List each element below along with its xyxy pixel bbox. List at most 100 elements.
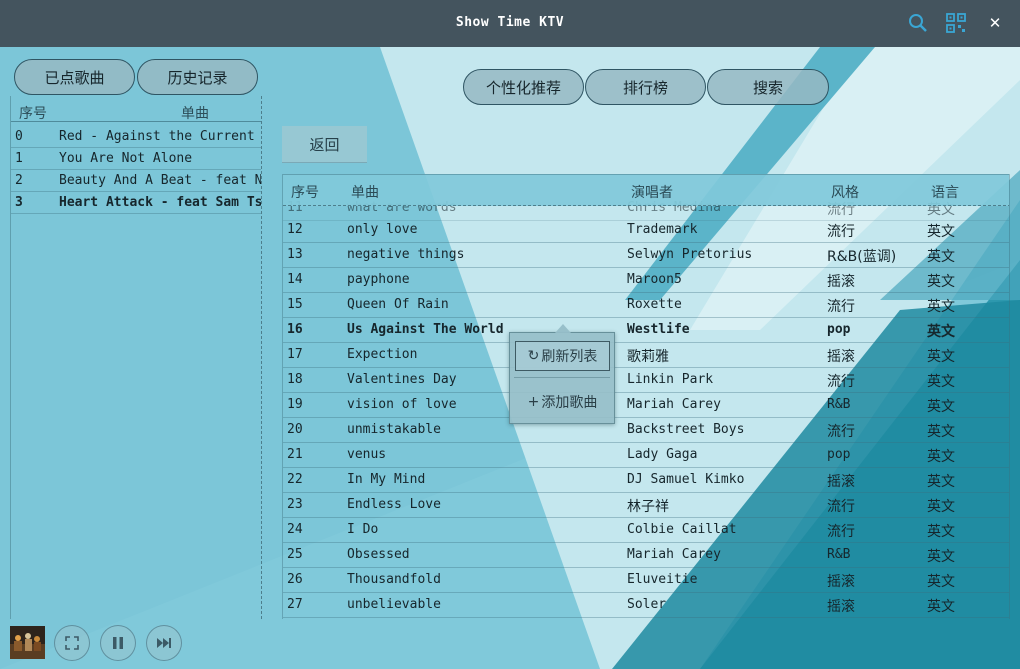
song-language: 英文 (927, 399, 955, 415)
song-singer: Eluveitie (627, 572, 698, 587)
table-row[interactable]: 17 Expection 歌莉雅 摇滚 英文 (283, 343, 1009, 368)
song-style: pop (827, 447, 851, 462)
return-button[interactable]: 返回 (282, 126, 367, 163)
song-index: 15 (287, 297, 303, 312)
tab-requested-songs[interactable]: 已点歌曲 (14, 59, 135, 95)
song-language: 英文 (927, 524, 955, 540)
song-singer: Roxette (627, 297, 682, 312)
next-icon[interactable] (146, 625, 182, 661)
song-index: 12 (287, 222, 303, 237)
song-style: R&B (827, 547, 851, 562)
queue-row[interactable]: 2 Beauty And A Beat - feat Ni (11, 170, 261, 192)
song-singer: DJ Samuel Kimko (627, 472, 745, 487)
song-index: 14 (287, 272, 303, 287)
song-index: 22 (287, 472, 303, 487)
song-title: I Do (347, 522, 379, 537)
table-row[interactable]: 22 In My Mind DJ Samuel Kimko 摇滚 英文 (283, 468, 1009, 493)
song-title: unbelievable (347, 597, 441, 612)
add-song-label: 添加歌曲 (541, 395, 598, 411)
song-language: 英文 (927, 599, 955, 615)
song-title: vision of love (347, 397, 457, 412)
song-singer: Mariah Carey (627, 397, 721, 412)
table-row[interactable]: 23 Endless Love 林子祥 流行 英文 (283, 493, 1009, 518)
song-title: negative things (347, 247, 465, 262)
refresh-list-item[interactable]: ↻ 刷新列表 (515, 341, 610, 371)
queue-row-current[interactable]: 3 Heart Attack - feat Sam Tsui (11, 192, 261, 214)
table-row[interactable]: 25 Obsessed Mariah Carey R&B 英文 (283, 543, 1009, 568)
queue-row-index: 1 (15, 151, 23, 166)
song-index: 18 (287, 372, 303, 387)
queue-row-song: Beauty And A Beat - feat Ni (59, 173, 261, 188)
queue-header-song: 单曲 (181, 106, 209, 122)
tab-recommend[interactable]: 个性化推荐 (463, 69, 584, 105)
song-style: 流行 (827, 299, 855, 315)
song-singer: Maroon5 (627, 272, 682, 287)
table-row[interactable]: 27 unbelievable Soler 摇滚 英文 (283, 593, 1009, 618)
queue-row-song: You Are Not Alone (59, 151, 193, 166)
table-row[interactable]: 24 I Do Colbie Caillat 流行 英文 (283, 518, 1009, 543)
song-title: only love (347, 222, 418, 237)
song-title: Queen Of Rain (347, 297, 449, 312)
header-song[interactable]: 单曲 (351, 182, 379, 202)
queue-row-song: Heart Attack - feat Sam Tsui (59, 195, 261, 210)
tab-history[interactable]: 历史记录 (137, 59, 258, 95)
song-style: 流行 (827, 499, 855, 515)
song-singer: Westlife (627, 322, 690, 337)
table-row[interactable]: 14 payphone Maroon5 摇滚 英文 (283, 268, 1009, 293)
song-style: 摇滚 (827, 274, 855, 290)
song-title: venus (347, 447, 387, 462)
header-index[interactable]: 序号 (291, 182, 319, 202)
table-row[interactable]: 20 unmistakable Backstreet Boys 流行 英文 (283, 418, 1009, 443)
header-style[interactable]: 风格 (831, 182, 859, 202)
add-song-item[interactable]: + 添加歌曲 (515, 387, 610, 417)
song-style: 流行 (827, 374, 855, 390)
song-language: 英文 (927, 324, 955, 340)
song-language: 英文 (927, 499, 955, 515)
menu-divider (514, 377, 610, 378)
queue-row[interactable]: 1 You Are Not Alone (11, 148, 261, 170)
song-index: 25 (287, 547, 303, 562)
song-index: 23 (287, 497, 303, 512)
song-language: 英文 (927, 249, 955, 265)
header-singer[interactable]: 演唱者 (631, 182, 673, 202)
table-row[interactable]: 15 Queen Of Rain Roxette 流行 英文 (283, 293, 1009, 318)
table-row[interactable]: 19 vision of love Mariah Carey R&B 英文 (283, 393, 1009, 418)
close-icon[interactable]: ✕ (983, 11, 1007, 35)
qr-grid-icon[interactable] (944, 11, 968, 35)
context-menu: ↻ 刷新列表 + 添加歌曲 (509, 324, 615, 424)
table-row-selected[interactable]: 16 Us Against The World Westlife pop 英文 (283, 318, 1009, 343)
song-style: R&B(蓝调) (827, 249, 897, 265)
song-language: 英文 (927, 424, 955, 440)
song-singer: Selwyn Pretorius (627, 247, 753, 262)
song-language: 英文 (927, 474, 955, 490)
search-icon[interactable] (906, 11, 930, 35)
song-style: 摇滚 (827, 574, 855, 590)
song-style: R&B (827, 397, 851, 412)
table-row[interactable]: 26 Thousandfold Eluveitie 摇滚 英文 (283, 568, 1009, 593)
song-style: pop (827, 322, 851, 337)
song-index: 20 (287, 422, 303, 437)
queue-row-index: 3 (15, 195, 23, 210)
song-language: 英文 (927, 374, 955, 390)
album-cover[interactable] (10, 626, 45, 659)
fullscreen-icon[interactable] (54, 625, 90, 661)
song-index: 26 (287, 572, 303, 587)
title-bar: Show Time KTV ✕ (0, 0, 1020, 47)
song-singer: Soler (627, 597, 667, 612)
song-style: 摇滚 (827, 349, 855, 365)
pause-icon[interactable] (100, 625, 136, 661)
tab-search[interactable]: 搜索 (707, 69, 829, 105)
song-singer: 歌莉雅 (627, 349, 669, 365)
song-index: 27 (287, 597, 303, 612)
table-row[interactable]: 12 only love Trademark 流行 英文 (283, 218, 1009, 243)
table-row[interactable]: 21 venus Lady Gaga pop 英文 (283, 443, 1009, 468)
song-index: 21 (287, 447, 303, 462)
header-language[interactable]: 语言 (931, 182, 959, 202)
tab-charts[interactable]: 排行榜 (585, 69, 706, 105)
song-title: Valentines Day (347, 372, 457, 387)
table-row[interactable]: 18 Valentines Day Linkin Park 流行 英文 (283, 368, 1009, 393)
queue-row[interactable]: 0 Red - Against the Current (11, 126, 261, 148)
song-title: Thousandfold (347, 572, 441, 587)
table-row[interactable]: 13 negative things Selwyn Pretorius R&B(… (283, 243, 1009, 268)
add-icon: + (527, 394, 540, 410)
